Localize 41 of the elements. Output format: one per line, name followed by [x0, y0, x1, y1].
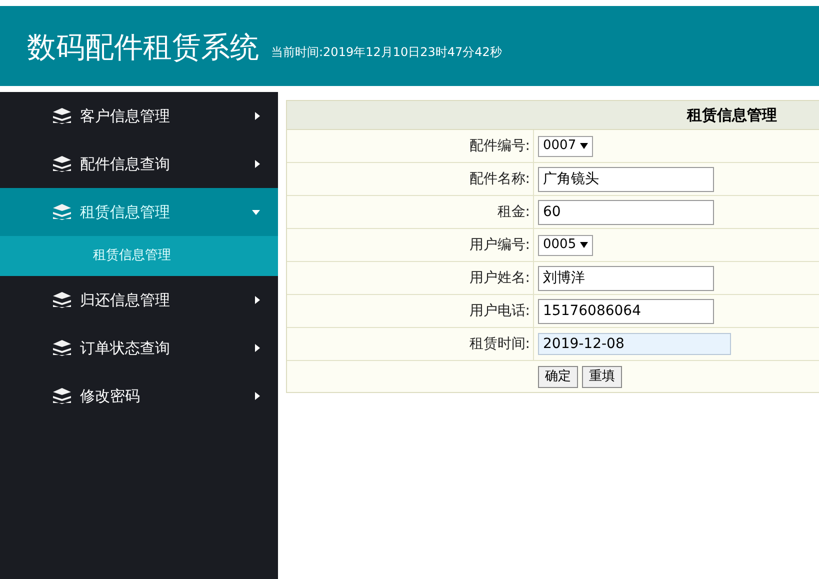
input-field[interactable]: 60 [538, 200, 714, 224]
dropdown-value: 0005 [543, 236, 576, 254]
dropdown[interactable]: 0005 [538, 234, 594, 256]
field-label: 配件编号: [469, 136, 530, 156]
caret-icon [580, 143, 588, 149]
sidebar-item[interactable]: 客户信息管理 [0, 92, 278, 140]
reset-button[interactable]: 重填 [582, 366, 622, 388]
date-field[interactable]: 2019-12-08 [538, 333, 731, 355]
stack-icon [52, 204, 72, 220]
stack-icon [52, 156, 72, 172]
stack-icon [52, 340, 72, 356]
input-field[interactable]: 广角镜头 [538, 166, 714, 192]
input-field[interactable]: 15176086064 [538, 298, 714, 324]
sidebar-item[interactable]: 归还信息管理 [0, 276, 278, 324]
current-time: 当前时间:2019年12月10日23时47分42秒 [271, 44, 502, 61]
dropdown-value: 0007 [543, 137, 576, 156]
stack-icon [52, 292, 72, 308]
dropdown[interactable]: 0007 [538, 136, 594, 156]
caret-right-icon [255, 112, 260, 120]
field-label: 用户姓名: [469, 268, 530, 288]
caret-right-icon [255, 296, 260, 304]
sidebar-item[interactable]: 配件信息查询 [0, 140, 278, 188]
input-field[interactable]: 刘博洋 [538, 266, 714, 290]
caret-right-icon [255, 344, 260, 352]
form-title: 租赁信息管理 [687, 104, 777, 126]
sidebar-item[interactable]: 租赁信息管理 [0, 188, 278, 236]
confirm-button[interactable]: 确定 [538, 366, 578, 388]
field-label: 用户编号: [469, 236, 530, 254]
field-label: 配件名称: [469, 170, 530, 188]
field-label: 用户电话: [469, 302, 530, 320]
app-title: 数码配件租赁系统 [27, 29, 259, 66]
caret-right-icon [255, 160, 260, 168]
stack-icon [52, 388, 72, 404]
caret-right-icon [255, 392, 260, 400]
field-label: 租金: [497, 202, 530, 222]
sidebar-item[interactable]: 修改密码 [0, 372, 278, 420]
caret-down-icon [252, 210, 260, 214]
caret-icon [580, 242, 588, 248]
sidebar-item[interactable]: 订单状态查询 [0, 324, 278, 372]
stack-icon [52, 108, 72, 124]
field-label: 租赁时间: [469, 334, 530, 354]
